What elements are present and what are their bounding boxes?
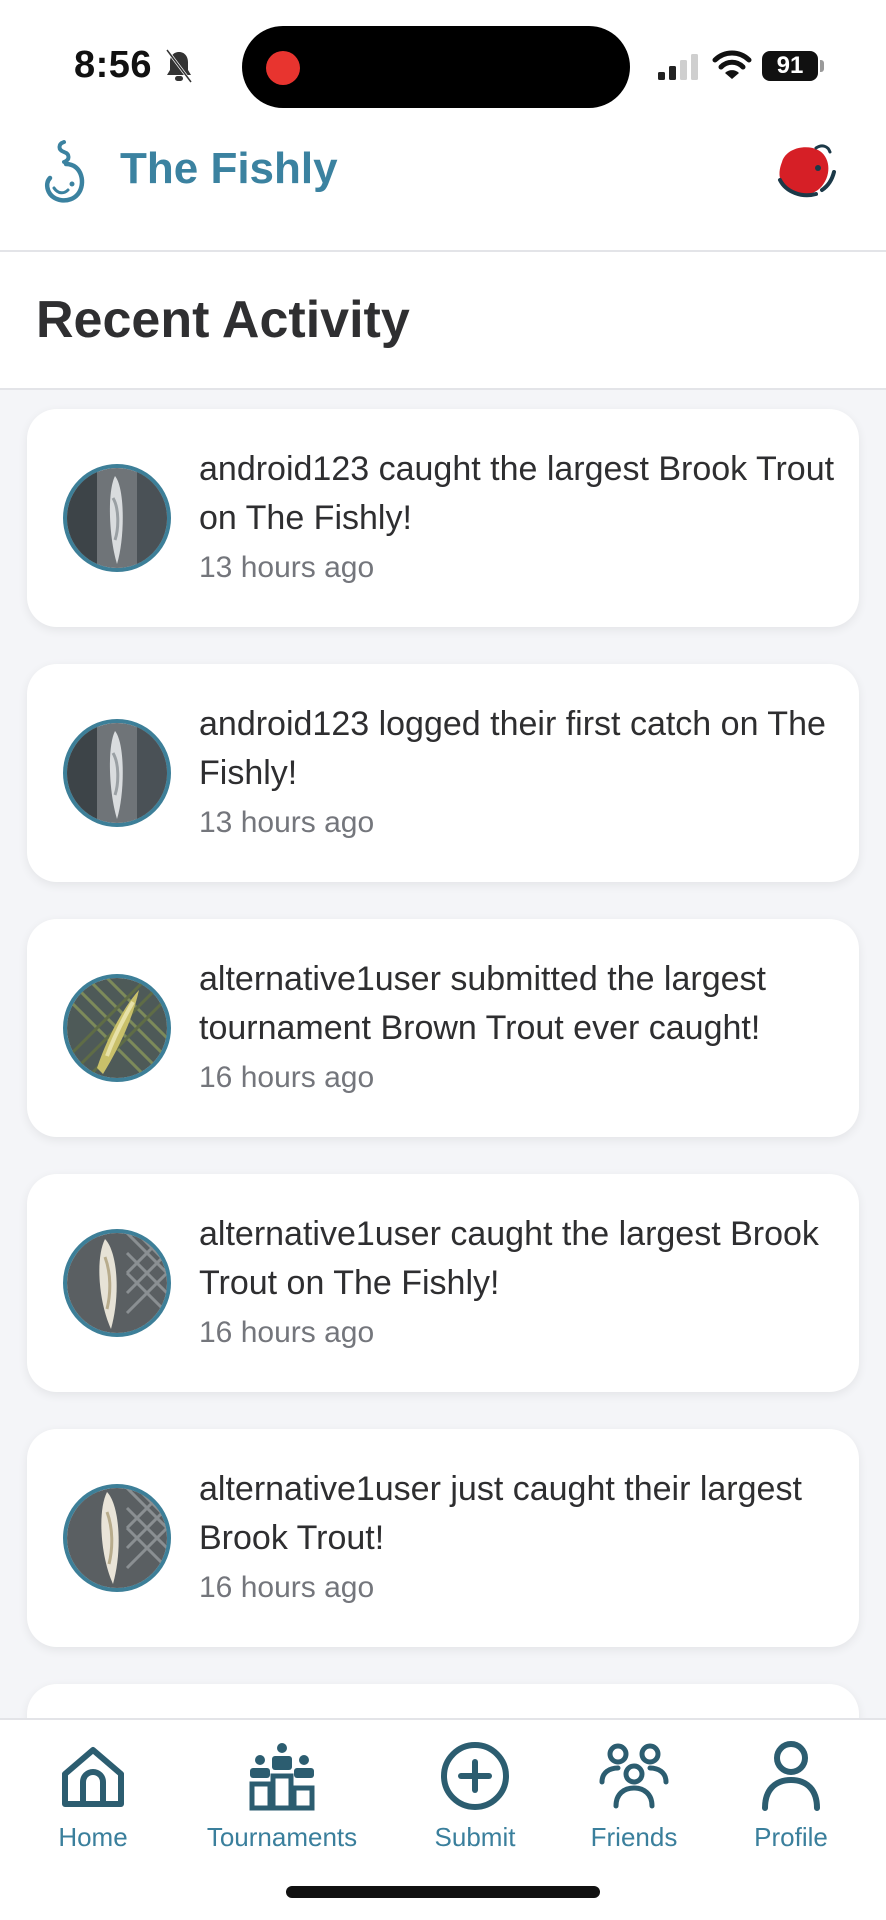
activity-text: android123 caught the largest Brook Trou… — [199, 450, 835, 537]
nav-item-submit[interactable]: Submit — [420, 1740, 530, 1880]
profile-icon — [762, 1741, 820, 1811]
activity-time: 13 hours ago — [199, 806, 375, 839]
fishly-mascot-icon[interactable] — [772, 140, 838, 206]
battery-icon — [820, 60, 824, 72]
activity-text: alternative1user submitted the largest t… — [199, 960, 766, 1047]
home-indicator[interactable] — [286, 1886, 600, 1898]
nav-label-friends: Friends — [590, 1822, 678, 1852]
activity-text: android123 logged their first catch on T… — [199, 705, 826, 792]
status-time: 8:56 — [74, 44, 153, 86]
activity-time: 16 hours ago — [199, 1061, 375, 1094]
section-header: Recent Activity — [0, 252, 886, 390]
signal-icon — [658, 54, 698, 80]
activity-time: 13 hours ago — [199, 551, 375, 584]
activity-card[interactable]: alternative1user submitted the largest t… — [27, 919, 859, 1137]
activity-card[interactable]: android123 logged their first catch on T… — [27, 664, 859, 882]
activity-time: 16 hours ago — [199, 1316, 375, 1349]
wifi-icon — [712, 50, 752, 79]
recording-indicator — [266, 51, 300, 85]
activity-time: 16 hours ago — [199, 1571, 375, 1604]
page-title: Recent Activity — [36, 291, 410, 349]
app-title: The Fishly — [120, 144, 338, 193]
bell-muted-icon — [165, 49, 193, 83]
activity-text: alternative1user just caught their large… — [199, 1470, 802, 1557]
nav-label-profile: Profile — [754, 1822, 828, 1852]
activity-card-partial[interactable] — [27, 1684, 859, 1718]
friends-icon — [599, 1743, 669, 1809]
nav-item-profile[interactable]: Profile — [736, 1740, 846, 1880]
nav-label-submit: Submit — [434, 1822, 516, 1852]
activity-feed[interactable]: android123 caught the largest Brook Trou… — [0, 392, 886, 1718]
avatar[interactable] — [63, 1484, 171, 1592]
avatar[interactable] — [63, 464, 171, 572]
dynamic-island — [242, 26, 630, 108]
activity-card[interactable]: android123 caught the largest Brook Trou… — [27, 409, 859, 627]
battery-level: 91 — [762, 51, 818, 81]
nav-item-home[interactable]: Home — [40, 1740, 146, 1880]
avatar[interactable] — [63, 719, 171, 827]
activity-card[interactable]: alternative1user caught the largest Broo… — [27, 1174, 859, 1392]
tournaments-icon — [249, 1743, 315, 1811]
nav-label-home: Home — [58, 1822, 128, 1852]
activity-card[interactable]: alternative1user just caught their large… — [27, 1429, 859, 1647]
nav-label-tournaments: Tournaments — [206, 1822, 358, 1852]
avatar[interactable] — [63, 1229, 171, 1337]
app-header: The Fishly — [0, 120, 886, 252]
plus-circle-icon — [441, 1742, 509, 1810]
activity-text: alternative1user caught the largest Broo… — [199, 1215, 819, 1302]
nav-item-tournaments[interactable]: Tournaments — [192, 1740, 372, 1880]
status-bar: 8:56 91 — [0, 0, 886, 120]
avatar[interactable] — [63, 974, 171, 1082]
home-icon — [62, 1747, 124, 1807]
fish-hook-logo-icon — [44, 140, 85, 203]
nav-item-friends[interactable]: Friends — [574, 1740, 694, 1880]
